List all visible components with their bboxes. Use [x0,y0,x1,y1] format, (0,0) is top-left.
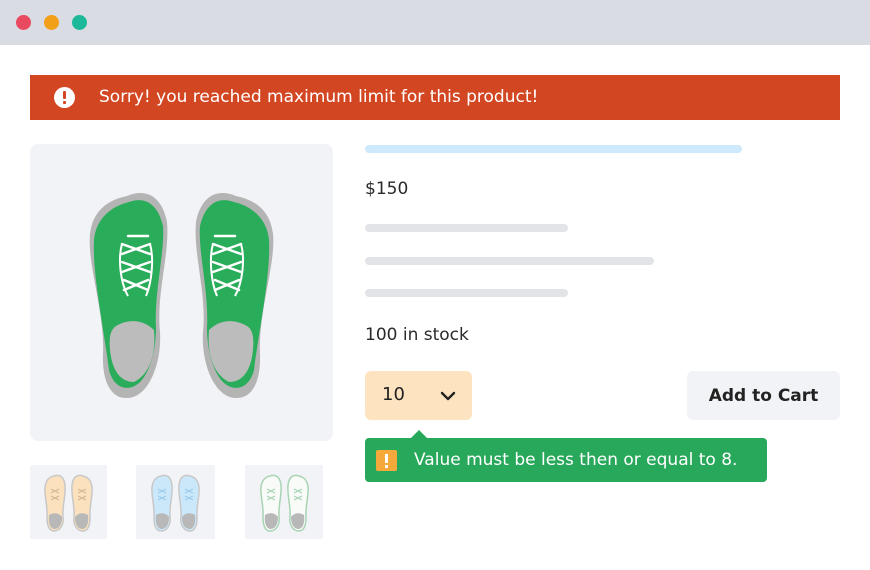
description-placeholder-line [365,289,568,297]
stock-status: 100 in stock [365,325,469,345]
window-titlebar [0,0,870,45]
validation-tooltip: Value must be less then or equal to 8. [365,430,767,482]
tooltip-arrow [410,430,428,439]
add-to-cart-button[interactable]: Add to Cart [687,371,840,420]
sneakers-image [151,474,200,532]
validation-message: Value must be less then or equal to 8. [414,450,738,470]
quantity-value: 10 [382,384,405,405]
sneakers-image [260,474,309,532]
product-thumbnail-orange[interactable] [30,465,107,539]
product-price: $150 [365,179,409,199]
close-window-button[interactable] [16,15,31,30]
quantity-select[interactable]: 10 [365,371,472,420]
product-title-placeholder [365,145,742,153]
warning-icon [376,450,397,471]
error-alert: Sorry! you reached maximum limit for thi… [30,75,840,120]
description-placeholder-line [365,257,654,265]
product-main-image[interactable] [30,144,333,441]
exclamation-circle-icon [54,87,75,108]
sneakers-image [44,474,93,532]
chevron-down-icon [440,391,456,401]
product-thumbnail-white[interactable] [245,465,323,539]
sneakers-image [89,193,274,399]
minimize-window-button[interactable] [44,15,59,30]
product-thumbnail-blue[interactable] [136,465,215,539]
maximize-window-button[interactable] [72,15,87,30]
alert-message: Sorry! you reached maximum limit for thi… [99,87,539,107]
description-placeholder-line [365,224,568,232]
